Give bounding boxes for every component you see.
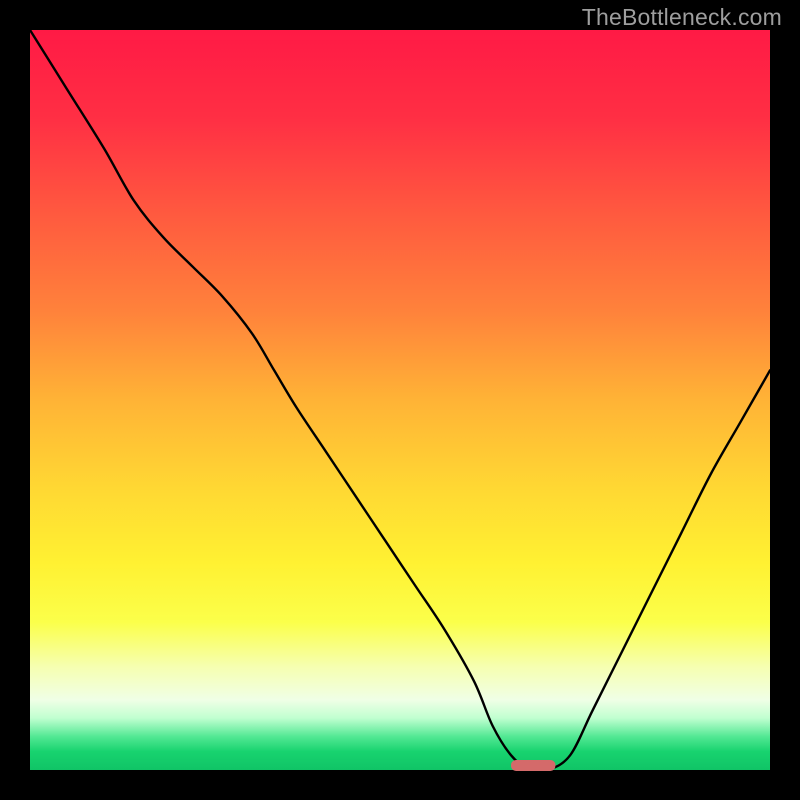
plot-area (30, 30, 770, 770)
watermark-text: TheBottleneck.com (582, 4, 782, 31)
optimal-marker (511, 760, 555, 771)
bottleneck-chart: TheBottleneck.com (0, 0, 800, 800)
chart-svg (0, 0, 800, 800)
